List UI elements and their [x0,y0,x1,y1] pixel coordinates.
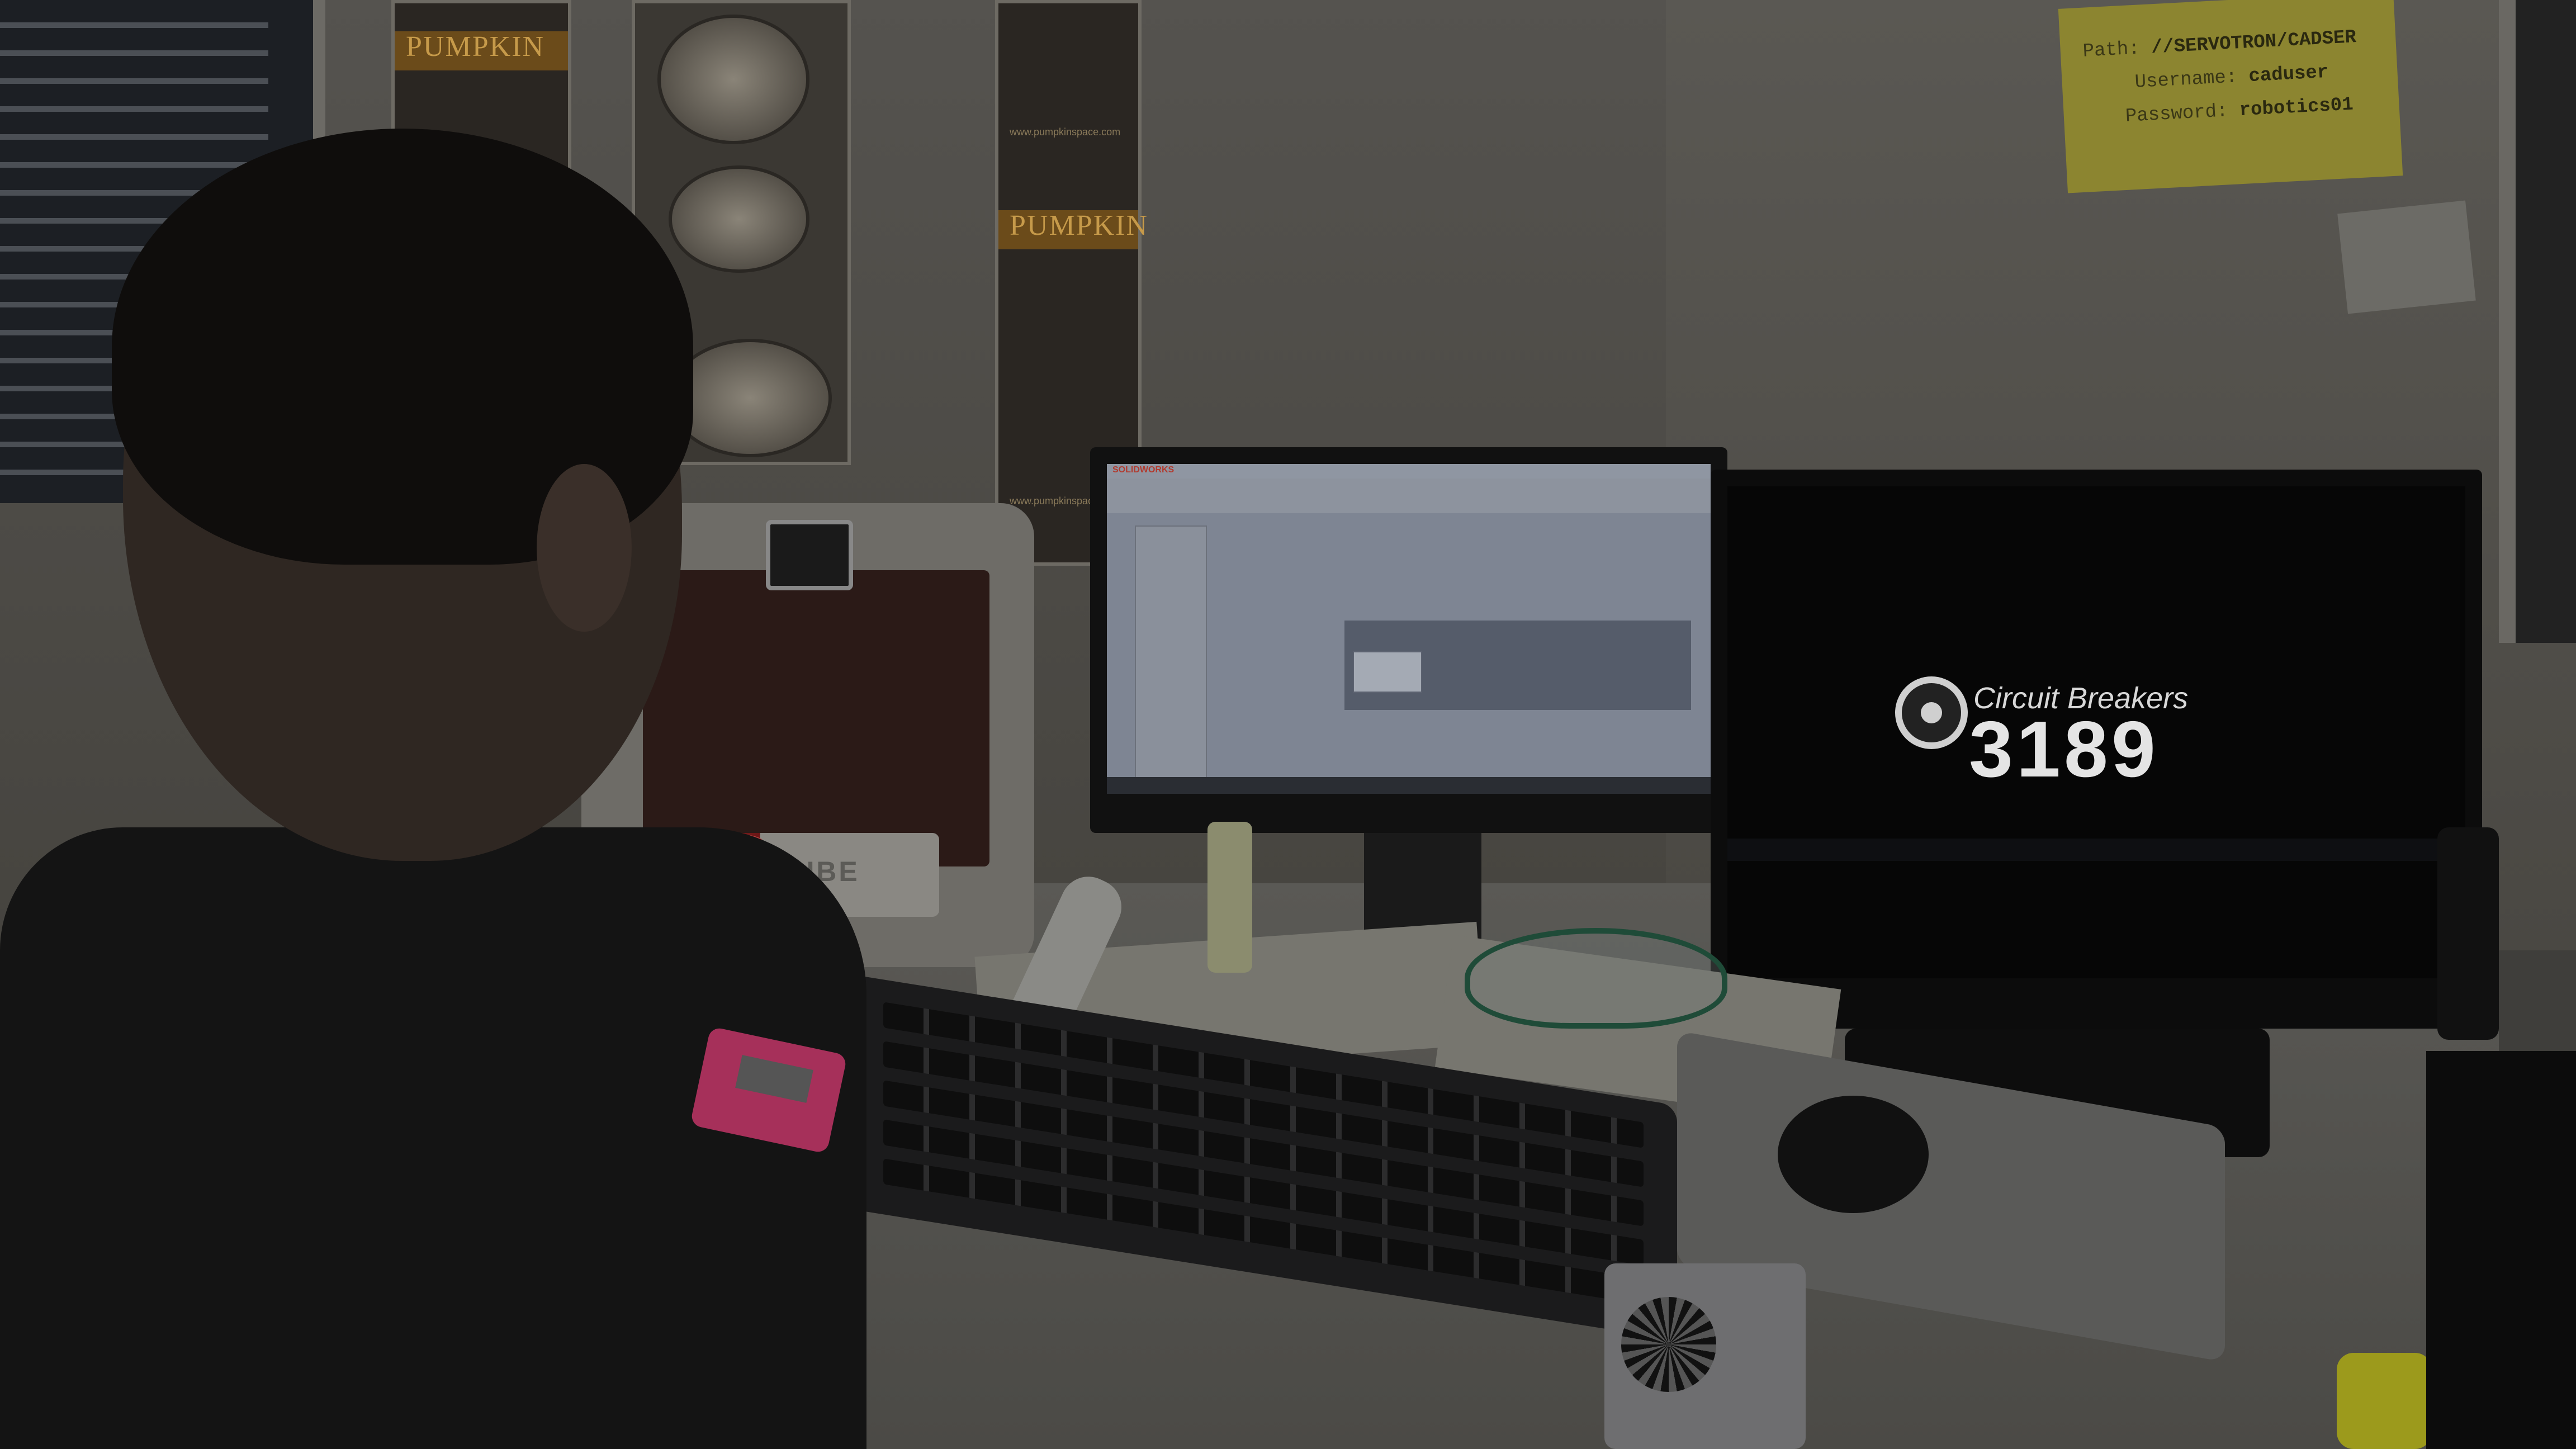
poster-brand-right: PUMPKIN [1010,210,1149,242]
team-number: 3189 [1969,705,2159,794]
glue-bottle [1208,822,1252,973]
handwritten-card [2337,200,2476,314]
person-ear [537,464,632,632]
right-window [2499,0,2576,643]
poster-url-top: www.pumpkinspace.com [1010,126,1121,138]
cad-screen[interactable]: SOLIDWORKS [1107,464,1711,794]
printer-build-chamber [643,570,989,866]
team-logo-hub [1921,702,1942,723]
yellow-part [2337,1353,2432,1449]
note-username-label: Username: [2134,67,2238,93]
safety-glasses [1465,928,1727,1029]
cad-app-title: SOLIDWORKS [1112,465,1175,475]
note-username-value: caduser [2248,61,2329,88]
credentials-sticky-note: Path: //SERVOTRON/CADSER Username: cadus… [2058,0,2403,193]
note-password-label: Password: [2125,101,2229,127]
printer-display [766,520,853,590]
cad-title-bar: SOLIDWORKS [1107,464,1711,479]
timing-pulley [1621,1297,1716,1392]
cad-ribbon-toolbar[interactable] [1107,479,1711,513]
cad-context-toolbar[interactable] [1353,651,1422,693]
poster-brand-left: PUMPKIN [406,31,545,63]
pc-tower [2426,1051,2576,1449]
person-shoulders [0,827,866,1449]
computer-mouse[interactable] [1778,1096,1929,1213]
windows-taskbar[interactable] [1107,777,1711,794]
note-path-value: //SERVOTRON/CADSER [2151,27,2357,59]
note-path-label: Path: [2082,38,2141,63]
cad-property-manager[interactable] [1135,525,1207,779]
speaker [2437,827,2499,1040]
note-password-value: robotics01 [2238,94,2354,122]
right-taskbar [1727,839,2465,861]
